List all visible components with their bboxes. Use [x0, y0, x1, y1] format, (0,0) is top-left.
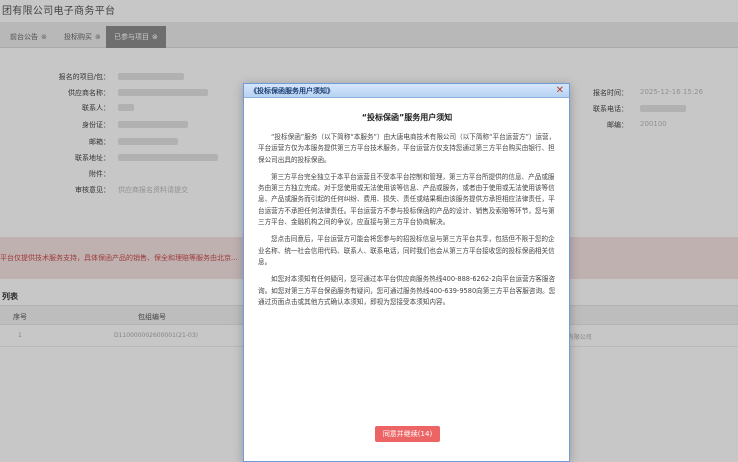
agree-continue-button[interactable]: 同意并继续(14)	[375, 426, 440, 442]
dialog-header: 《投标保函服务用户须知》 ✕	[244, 84, 569, 98]
notice-paragraph: “投标保函”服务（以下简称“本服务”）由大唐电商技术有限公司（以下简称“平台运营…	[258, 133, 556, 164]
notice-paragraph: 如您对本须知有任何疑问，您可通过本平台供应商服务热线400-888-6262-2…	[258, 275, 556, 306]
notice-paragraph: 第三方平台完全独立于本平台运营且不受本平台控制和管理，第三方平台所提供的信息、产…	[258, 172, 555, 227]
notice-heading: “投标保函”服务用户须知	[361, 113, 453, 122]
dialog-body: “投标保函”服务用户须知 “投标保函”服务（以下简称“本服务”）由大唐电商技术有…	[258, 112, 556, 314]
close-icon[interactable]: ✕	[556, 84, 564, 98]
dialog-title: 《投标保函服务用户须知》	[250, 87, 334, 95]
notice-paragraph: 您点击同意后，平台运营方可能会将您参与的招投标信息与第三方平台共享，包括但不限于…	[258, 235, 555, 266]
user-notice-dialog: 《投标保函服务用户须知》 ✕ “投标保函”服务用户须知 “投标保函”服务（以下简…	[243, 83, 570, 462]
